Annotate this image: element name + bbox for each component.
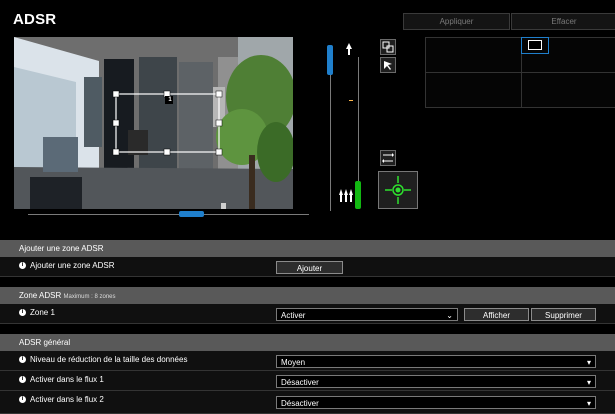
reduction-level-value: Moyen — [281, 358, 306, 367]
navigation-minimap[interactable] — [425, 37, 615, 108]
add-zone-button[interactable]: Ajouter — [276, 261, 343, 274]
page-title: ADSR — [13, 11, 57, 28]
swap-arrows-icon — [382, 153, 394, 163]
zone-1-value: Activer — [281, 311, 306, 320]
add-zone-header: Ajouter une zone ADSR — [0, 240, 615, 257]
zoom-slider-thumb[interactable] — [327, 45, 333, 75]
trees-large-icon — [339, 189, 353, 203]
reduction-level-label: Niveau de réduction de la taille des don… — [30, 355, 188, 364]
chevron-down-icon: ▾ — [586, 378, 591, 387]
chevron-down-icon: ▾ — [586, 358, 591, 367]
arrow-pointer-icon — [384, 61, 392, 70]
zone-1-select[interactable]: Activer ⌄ — [276, 308, 458, 321]
tree-small-icon — [346, 43, 352, 55]
zone-label: 1 — [168, 97, 172, 103]
camera-view[interactable]: 1 — [14, 37, 293, 209]
horizontal-slider-thumb[interactable] — [179, 211, 204, 217]
add-zone-label: Ajouter une zone ADSR — [30, 261, 115, 270]
delete-zone-button[interactable]: Supprimer — [531, 308, 596, 321]
direction-swap-button[interactable] — [380, 150, 396, 166]
pointer-tool-button[interactable] — [380, 57, 396, 73]
stream-2-value: Désactiver — [281, 399, 319, 408]
clear-button[interactable]: Effacer — [511, 13, 615, 30]
stream-1-label: Activer dans le flux 1 — [30, 375, 104, 384]
chevron-down-icon: ▾ — [586, 399, 591, 408]
general-header: ADSR général — [0, 334, 615, 351]
zone-header: Zone ADSR Maximum : 8 zones — [0, 287, 615, 304]
info-icon: i — [19, 262, 26, 270]
center-target-button[interactable] — [378, 171, 418, 209]
horizontal-slider-track[interactable] — [28, 214, 309, 215]
info-icon: i — [19, 356, 26, 364]
zone-header-title: Zone ADSR — [19, 291, 62, 300]
info-icon: i — [19, 309, 26, 317]
zone-1-label: Zone 1 — [30, 308, 55, 317]
adsr-app: ADSR Appliquer Effacer 1 Ajouter une zon… — [0, 0, 615, 414]
stream-2-label: Activer dans le flux 2 — [30, 395, 104, 404]
chevron-down-icon: ⌄ — [446, 311, 453, 320]
focus-slider-tick — [349, 100, 353, 101]
zone-header-note: Maximum : 8 zones — [63, 294, 116, 300]
stream-1-select[interactable]: Désactiver ▾ — [276, 375, 596, 388]
info-icon: i — [19, 376, 26, 384]
crosshair-icon — [385, 176, 411, 204]
minimap-frame — [528, 40, 542, 50]
stream-2-select[interactable]: Désactiver ▾ — [276, 396, 596, 409]
minimap-view-rectangle[interactable] — [521, 37, 549, 54]
reduction-level-select[interactable]: Moyen ▾ — [276, 355, 596, 368]
swap-view-icon — [382, 41, 394, 53]
focus-slider-thumb[interactable] — [355, 181, 361, 209]
stream-1-value: Désactiver — [281, 378, 319, 387]
apply-button[interactable]: Appliquer — [403, 13, 510, 30]
show-zone-button[interactable]: Afficher — [464, 308, 529, 321]
swap-view-button[interactable] — [380, 39, 396, 55]
info-icon: i — [19, 396, 26, 404]
camera-image — [14, 37, 293, 209]
